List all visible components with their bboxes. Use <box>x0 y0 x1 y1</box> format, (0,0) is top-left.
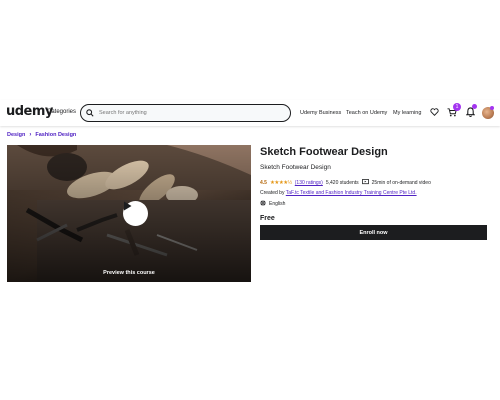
rating-row: 4.5 ★★★★½ (130 ratings) 5,420 students 2… <box>260 179 431 187</box>
breadcrumb-item-fashion-design[interactable]: Fashion Design <box>35 132 76 138</box>
globe-icon <box>260 200 266 208</box>
search-bar[interactable] <box>80 104 291 122</box>
search-icon[interactable] <box>81 109 99 117</box>
top-navigation: udemy Categories Udemy Business Teach on… <box>0 100 500 126</box>
language-value: English <box>269 201 286 207</box>
teach-on-udemy-link[interactable]: Teach on Udemy <box>346 110 387 116</box>
notification-dot <box>472 104 477 109</box>
udemy-logo[interactable]: udemy <box>6 104 53 119</box>
video-duration: 25min of on-demand video <box>371 180 431 186</box>
language-row: English <box>260 200 285 208</box>
created-by-row: Created by TaF.tc Textile and Fashion In… <box>260 190 417 196</box>
star-rating-icon: ★★★★½ <box>269 180 292 186</box>
created-by-label: Created by <box>260 190 285 196</box>
breadcrumb-item-design[interactable]: Design <box>7 132 25 138</box>
cart-count-badge: 1 <box>453 103 461 111</box>
play-button[interactable] <box>123 201 148 226</box>
rating-value: 4.5 <box>260 180 267 186</box>
udemy-business-link[interactable]: Udemy Business <box>300 110 341 116</box>
my-learning-link[interactable]: My learning <box>393 110 421 116</box>
course-subtitle: Sketch Footwear Design <box>260 164 331 171</box>
video-icon <box>361 179 369 187</box>
course-preview[interactable]: Preview this course <box>7 145 251 282</box>
course-price: Free <box>260 215 275 222</box>
play-icon <box>124 201 132 211</box>
chevron-right-icon: › <box>29 132 32 138</box>
categories-link[interactable]: Categories <box>47 109 76 115</box>
search-input[interactable] <box>99 110 279 116</box>
ratings-count-link[interactable]: (130 ratings) <box>295 180 323 186</box>
instructor-link[interactable]: TaF.tc Textile and Fashion Industry Trai… <box>286 190 417 196</box>
course-title: Sketch Footwear Design <box>260 146 388 158</box>
breadcrumb: Design › Fashion Design <box>7 132 76 138</box>
enroll-now-button[interactable]: Enroll now <box>260 225 487 240</box>
heart-icon[interactable] <box>429 107 439 117</box>
students-count: 5,420 students <box>325 180 359 186</box>
avatar-status-dot <box>490 106 494 110</box>
preview-label[interactable]: Preview this course <box>7 270 251 276</box>
